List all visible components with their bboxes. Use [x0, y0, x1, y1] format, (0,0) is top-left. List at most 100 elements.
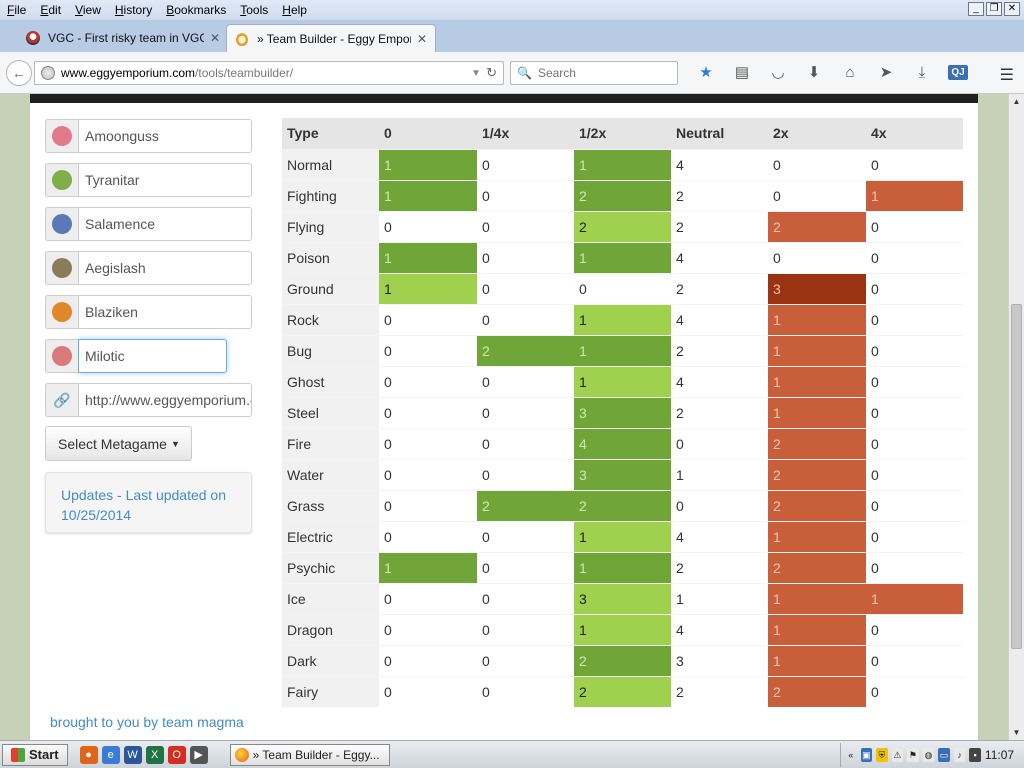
- pokemon-sprite-icon: [45, 295, 78, 329]
- menu-label-rest: iew: [82, 3, 101, 17]
- count-cell: 2: [671, 551, 768, 583]
- count-cell: 0: [671, 489, 768, 521]
- count-cell: 2: [768, 675, 866, 707]
- tray-monitor-icon[interactable]: ▭: [938, 748, 950, 762]
- vertical-scrollbar[interactable]: ▲ ▼: [1008, 94, 1024, 740]
- tray-expand-icon[interactable]: «: [845, 748, 857, 762]
- table-row: Fire 0 0 4 0 2 0: [282, 427, 963, 459]
- pokemon-name-input[interactable]: Tyranitar: [78, 163, 252, 197]
- search-bar[interactable]: 🔍: [510, 61, 678, 85]
- count-cell: 3: [768, 272, 866, 304]
- count-cell: 0: [866, 613, 963, 645]
- scroll-down-icon[interactable]: ▼: [1009, 725, 1024, 740]
- table-row: Water 0 0 3 1 2 0: [282, 458, 963, 490]
- save-download-icon[interactable]: ⤓: [904, 63, 940, 83]
- menu-label-rest: dit: [48, 3, 62, 17]
- menu-item-history[interactable]: History: [108, 0, 159, 20]
- count-cell: 0: [477, 582, 574, 614]
- media-player-icon[interactable]: ▶: [189, 745, 208, 764]
- count-cell: 0: [866, 334, 963, 366]
- team-slot-3: Salamence: [45, 207, 252, 241]
- count-cell: 0: [866, 303, 963, 335]
- tab-vgc-team[interactable]: VGC - First risky team in VGC ... ✕: [18, 24, 228, 52]
- sprite-shape: [52, 214, 72, 234]
- count-cell: 1: [379, 179, 477, 211]
- pokemon-name-input[interactable]: Milotic: [78, 339, 227, 373]
- menu-item-view[interactable]: View: [68, 0, 108, 20]
- table-row: Electric 0 0 1 4 1 0: [282, 520, 963, 552]
- hamburger-menu-icon[interactable]: ☰: [1000, 65, 1014, 85]
- tray-network-icon[interactable]: ▣: [860, 748, 873, 762]
- restore-icon[interactable]: ❐: [986, 2, 1002, 16]
- tab-team-builder[interactable]: » Team Builder - Eggy Emporium ✕: [226, 24, 436, 52]
- team-slot-1: Amoonguss: [45, 119, 252, 153]
- tab-close-icon[interactable]: ✕: [210, 31, 220, 45]
- share-url-field[interactable]: http://www.eggyemporium.com/tools/teambu…: [78, 383, 252, 417]
- ie-icon[interactable]: e: [101, 745, 120, 764]
- table-row: Ghost 0 0 1 4 1 0: [282, 365, 963, 397]
- tray-warning-icon[interactable]: ⚠: [891, 748, 904, 762]
- select-metagame-button[interactable]: Select Metagame ▼: [45, 426, 192, 461]
- quick-launch: ● e W X O ▶: [79, 745, 208, 764]
- history-dropdown-icon[interactable]: ▼: [471, 68, 481, 79]
- menu-item-tools[interactable]: Tools: [233, 0, 275, 20]
- pokeball-favicon-icon: [26, 31, 40, 45]
- tray-display-icon[interactable]: ▪: [969, 748, 981, 762]
- firefox-icon[interactable]: ●: [79, 745, 98, 764]
- column-header: 1/4x: [477, 118, 574, 149]
- count-cell: 0: [379, 365, 477, 397]
- count-cell: 4: [671, 148, 768, 180]
- reload-icon[interactable]: ↻: [486, 65, 497, 81]
- type-name-cell: Ice: [282, 582, 379, 614]
- pokemon-name-input[interactable]: Salamence: [78, 207, 252, 241]
- count-cell: 0: [477, 551, 574, 583]
- menu-item-help[interactable]: Help: [275, 0, 314, 20]
- count-cell: 2: [574, 644, 671, 676]
- column-header: 1/2x: [574, 118, 671, 149]
- tray-security-icon[interactable]: ⚑: [907, 748, 919, 762]
- pocket-icon[interactable]: ◡: [760, 63, 796, 83]
- url-bar[interactable]: www.eggyemporium.com/tools/teambuilder/ …: [34, 61, 504, 85]
- count-cell: 3: [671, 644, 768, 676]
- tray-volume-icon[interactable]: ♪: [953, 748, 966, 762]
- team-slot-4: Aegislash: [45, 251, 252, 285]
- menu-label-rest: ookmarks: [174, 3, 227, 17]
- count-cell: 1: [574, 148, 671, 180]
- share-link-row: 🔗 http://www.eggyemporium.com/tools/team…: [45, 383, 252, 417]
- scroll-up-icon[interactable]: ▲: [1009, 94, 1024, 109]
- menu-accel-key: V: [75, 3, 83, 17]
- opera-icon[interactable]: O: [167, 745, 186, 764]
- back-arrow-icon[interactable]: ←: [6, 60, 32, 86]
- close-window-icon[interactable]: ✕: [1004, 2, 1020, 16]
- bookmark-star-icon[interactable]: ★: [688, 63, 724, 83]
- count-cell: 1: [768, 520, 866, 552]
- qj-extension-icon[interactable]: QJ: [940, 63, 976, 83]
- scrollbar-thumb[interactable]: [1011, 304, 1022, 649]
- search-input[interactable]: [537, 66, 668, 80]
- menu-item-file[interactable]: File: [0, 0, 33, 20]
- updates-link[interactable]: Updates - Last updated on 10/25/2014: [45, 472, 252, 533]
- download-icon[interactable]: ⬇: [796, 63, 832, 83]
- word-icon[interactable]: W: [123, 745, 142, 764]
- type-name-cell: Psychic: [282, 551, 379, 583]
- pokemon-name-input[interactable]: Blaziken: [78, 295, 252, 329]
- tray-shield-icon[interactable]: ⛨: [876, 748, 888, 762]
- excel-icon[interactable]: X: [145, 745, 164, 764]
- tray-globe-icon[interactable]: ◍: [922, 748, 935, 762]
- tab-close-icon[interactable]: ✕: [417, 32, 427, 46]
- pokemon-name-input[interactable]: Amoonguss: [78, 119, 252, 153]
- count-cell: 2: [768, 458, 866, 490]
- menu-item-edit[interactable]: Edit: [33, 0, 68, 20]
- reader-list-icon[interactable]: ▤: [724, 63, 760, 83]
- taskbar-window-firefox[interactable]: » Team Builder - Eggy...: [229, 743, 390, 766]
- count-cell: 1: [768, 396, 866, 428]
- menu-item-bookmarks[interactable]: Bookmarks: [159, 0, 233, 20]
- pokemon-name-input[interactable]: Aegislash: [78, 251, 252, 285]
- minimize-icon[interactable]: _: [968, 2, 984, 16]
- home-icon[interactable]: ⌂: [832, 63, 868, 83]
- start-button[interactable]: Start: [2, 743, 68, 766]
- egg-favicon-icon: [235, 31, 249, 46]
- team-magma-link[interactable]: brought to you by team magma: [50, 714, 244, 730]
- table-row: Fighting 1 0 2 2 0 1: [282, 179, 963, 211]
- share-arrow-icon[interactable]: ➤: [868, 63, 904, 83]
